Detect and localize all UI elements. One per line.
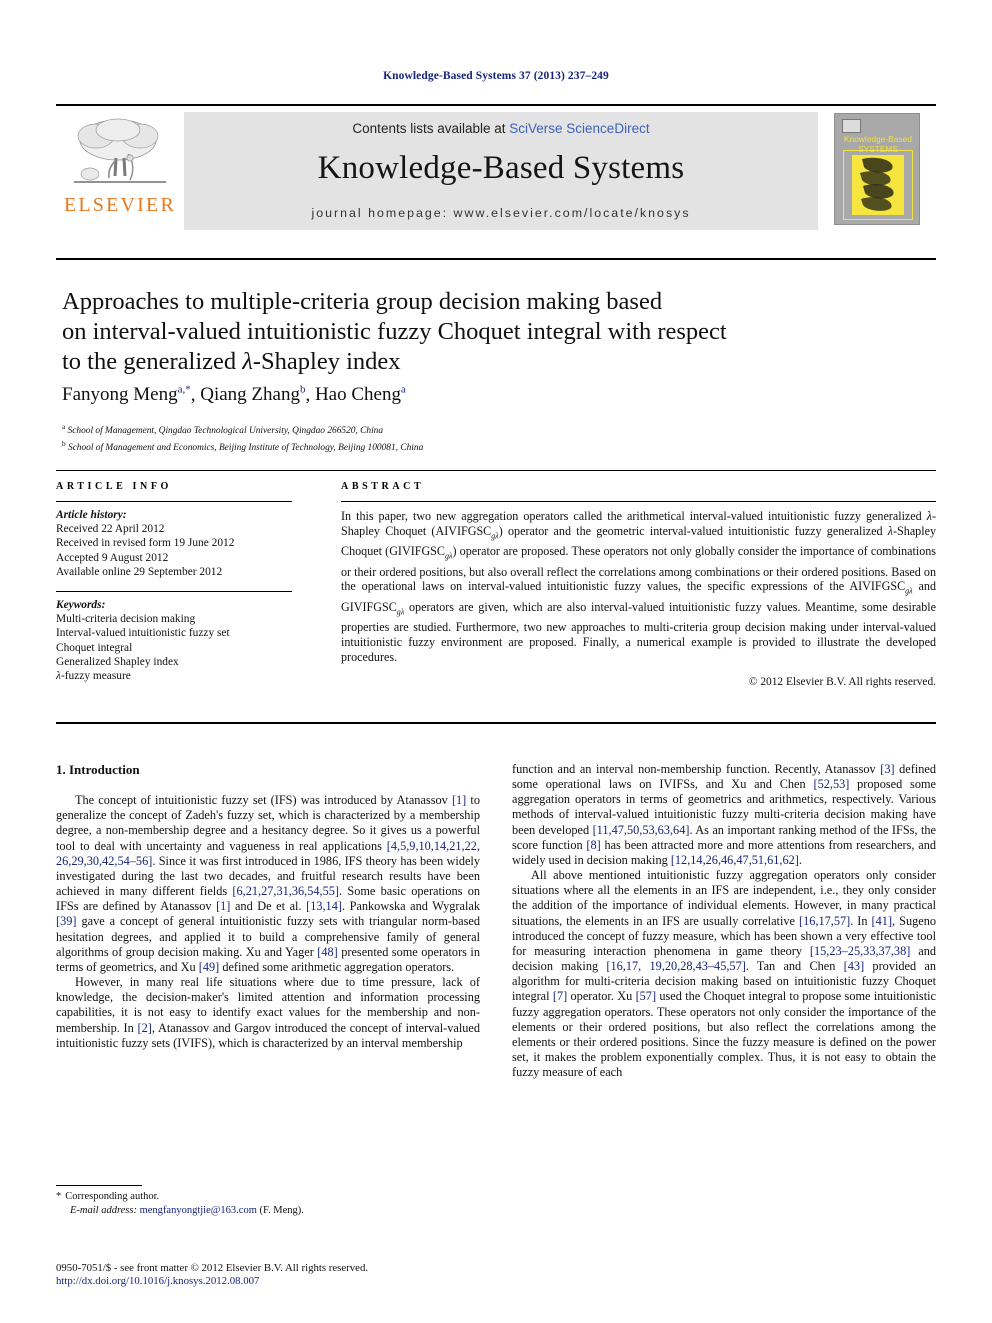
article-history-block: Article history: Received 22 April 2012 … — [56, 508, 311, 579]
history-item: Accepted 9 August 2012 — [56, 551, 169, 564]
body-paragraph: All above mentioned intuitionistic fuzzy… — [512, 868, 937, 1080]
band-top-divider — [56, 470, 936, 471]
journal-banner: Contents lists available at SciVerse Sci… — [184, 112, 818, 230]
paper-page: Knowledge-Based Systems 37 (2013) 237–24… — [0, 0, 992, 1323]
page-footer: 0950-7051/$ - see front matter © 2012 El… — [56, 1262, 576, 1289]
title-line-3: to the generalized λ-Shapley index — [62, 348, 401, 375]
band-bottom-divider — [56, 722, 936, 724]
body-left-column: 1. Introduction The concept of intuition… — [56, 762, 480, 1051]
journal-cover-thumbnail: Knowledge-Based SYSTEMS — [818, 112, 936, 230]
cover-logo-box — [842, 119, 861, 133]
elsevier-tree-icon — [74, 118, 166, 183]
journal-homepage-link[interactable]: journal homepage: www.elsevier.com/locat… — [311, 206, 690, 220]
author-list: Fanyong Menga,*, Qiang Zhangb, Hao Cheng… — [62, 384, 406, 406]
corresponding-author-footnote: * Corresponding author. E-mail address: m… — [56, 1190, 486, 1217]
title-line-2: on interval-valued intuitionistic fuzzy … — [62, 318, 727, 345]
body-paragraph: The concept of intuitionistic fuzzy set … — [56, 793, 480, 974]
affiliation-b-text: School of Management and Economics, Beij… — [67, 442, 424, 453]
email-link[interactable]: mengfanyongtjie@163.com — [140, 1205, 257, 1216]
article-info-rule — [56, 501, 292, 502]
abstract-text: In this paper, two new aggregation opera… — [341, 509, 937, 664]
affiliation-a: a School of Management, Qingdao Technolo… — [62, 423, 384, 437]
abstract-heading: ABSTRACT — [341, 481, 425, 492]
cover-artwork — [852, 155, 904, 215]
affiliation-b: b School of Management and Economics, Be… — [62, 439, 424, 453]
author-zhang: Qiang Zhangb — [200, 384, 306, 406]
keyword-item: Generalized Shapley index — [56, 655, 179, 668]
asterisk-icon: * — [56, 1191, 62, 1202]
abstract-rule — [341, 501, 936, 502]
affiliation-a-text: School of Management, Qingdao Technologi… — [67, 426, 384, 437]
issn-copyright-line: 0950-7051/$ - see front matter © 2012 El… — [56, 1262, 369, 1274]
keyword-item: Interval-valued intuitionistic fuzzy set — [56, 627, 230, 640]
sciencedirect-link[interactable]: SciVerse ScienceDirect — [509, 121, 649, 136]
footnote-divider — [56, 1185, 142, 1186]
running-head: Knowledge-Based Systems 37 (2013) 237–24… — [383, 70, 609, 82]
doi-link[interactable]: http://dx.doi.org/10.1016/j.knosys.2012.… — [56, 1275, 576, 1288]
page-title: Approaches to multiple-criteria group de… — [62, 287, 882, 377]
author-meng: Fanyong Menga,* — [62, 384, 191, 406]
title-divider — [56, 258, 936, 260]
copyright-line: © 2012 Elsevier B.V. All rights reserved… — [748, 675, 936, 688]
keyword-item: λ-fuzzy measure — [56, 670, 131, 683]
affiliations: a School of Management, Qingdao Technolo… — [62, 421, 892, 454]
history-item: Received 22 April 2012 — [56, 523, 165, 536]
article-info-heading: ARTICLE INFO — [56, 481, 172, 492]
abstract-column: ABSTRACT In this paper, two new aggregat… — [341, 481, 936, 688]
email-label: E-mail address: — [70, 1204, 137, 1216]
journal-title: Knowledge-Based Systems — [317, 150, 685, 186]
elsevier-wordmark: ELSEVIER — [63, 194, 177, 216]
keywords-block: Keywords: Multi-criteria decision making… — [56, 598, 311, 683]
elsevier-logo: ELSEVIER — [56, 112, 184, 230]
article-info-column: ARTICLE INFO Article history: Received 2… — [56, 481, 311, 683]
keywords-rule — [56, 591, 292, 593]
history-item: Received in revised form 19 June 2012 — [56, 537, 235, 550]
cover-spiral-icon — [860, 157, 894, 211]
contents-prefix: Contents lists available at — [352, 121, 510, 136]
contents-lists-line: Contents lists available at SciVerse Sci… — [352, 121, 649, 136]
journal-masthead: ELSEVIER Contents lists available at Sci… — [56, 104, 936, 230]
title-line-1: Approaches to multiple-criteria group de… — [62, 288, 663, 315]
body-right-column: function and an interval non-membership … — [512, 762, 936, 1080]
keyword-item: Multi-criteria decision making — [56, 613, 196, 626]
body-paragraph: function and an interval non-membership … — [512, 762, 937, 867]
author-cheng: Hao Chenga — [314, 384, 406, 406]
keyword-item: Choquet integral — [56, 641, 133, 654]
corresponding-author-line: * Corresponding author. — [56, 1190, 486, 1204]
article-history-label: Article history: — [56, 509, 127, 521]
cover-title-line1: Knowledge-Based — [844, 135, 912, 144]
keywords-label: Keywords: — [56, 599, 106, 612]
history-item: Available online 29 September 2012 — [56, 565, 223, 578]
body-paragraph: However, in many real life situations wh… — [56, 975, 480, 1050]
corresponding-author-text: Corresponding author. — [65, 1191, 160, 1202]
email-suffix: (F. Meng). — [259, 1204, 304, 1216]
section-heading-introduction: 1. Introduction — [56, 762, 140, 777]
email-line: E-mail address: mengfanyongtjie@163.com … — [56, 1204, 486, 1218]
